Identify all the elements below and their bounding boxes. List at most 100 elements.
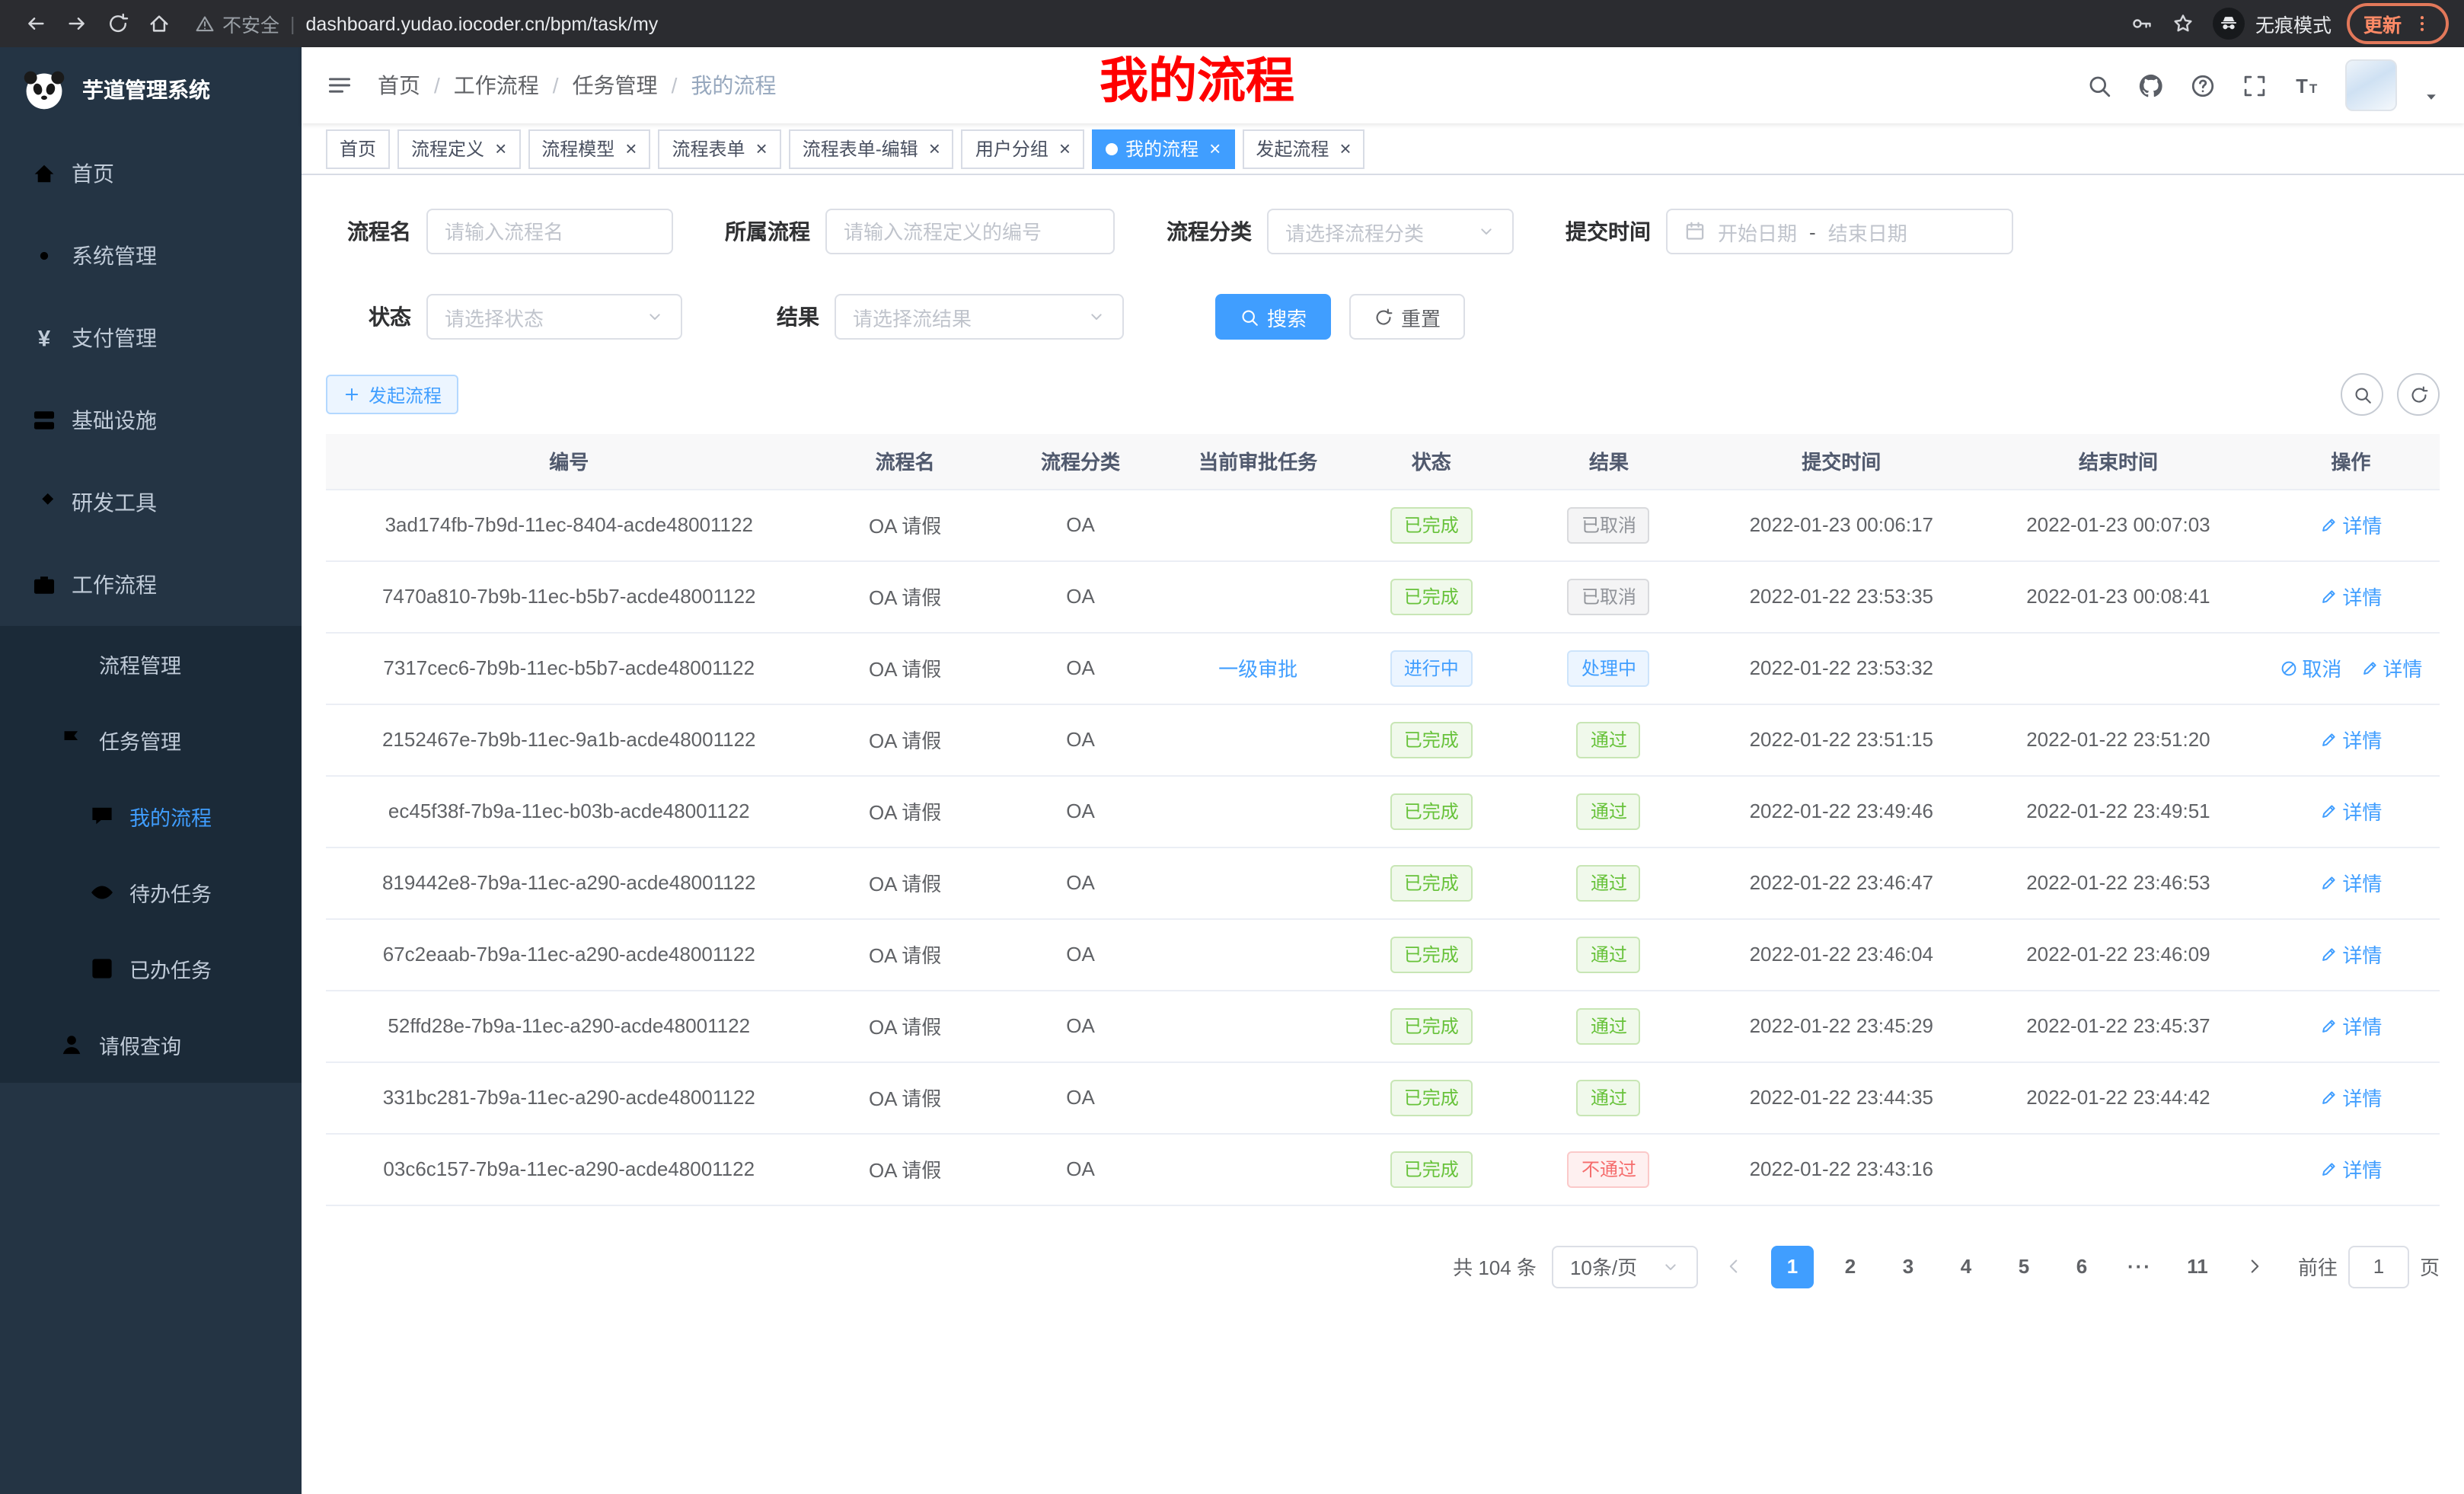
sidebar-item-流程管理[interactable]: 流程管理 — [0, 626, 302, 702]
pagination-ellipsis[interactable]: ··· — [2118, 1245, 2161, 1288]
password-key-icon[interactable] — [2121, 3, 2162, 44]
tab-发起流程[interactable]: 发起流程× — [1242, 129, 1364, 168]
address-bar[interactable]: 不安全 | dashboard.yudao.iocoder.cn/bpm/tas… — [195, 9, 2121, 38]
reset-button[interactable]: 重置 — [1349, 294, 1465, 340]
sidebar-toggle-icon[interactable] — [326, 72, 353, 99]
tab-close-icon[interactable]: × — [1339, 139, 1351, 158]
tab-label: 首页 — [340, 136, 376, 161]
sidebar-item-已办任务[interactable]: 已办任务 — [0, 931, 302, 1007]
prev-page-button[interactable] — [1713, 1245, 1756, 1288]
tab-close-icon[interactable]: × — [625, 139, 637, 158]
tab-label: 流程定义 — [411, 136, 484, 161]
sidebar-item-工作流程[interactable]: 工作流程 — [0, 544, 302, 626]
action-label: 详情 — [2342, 725, 2382, 754]
app-logo[interactable]: 芋道管理系统 — [0, 47, 302, 132]
detail-link[interactable]: 详情 — [2319, 582, 2382, 611]
sidebar-item-支付管理[interactable]: ¥支付管理 — [0, 297, 302, 379]
detail-link[interactable]: 详情 — [2360, 653, 2422, 682]
browser-update-button[interactable]: 更新 — [2347, 3, 2449, 44]
browser-forward-icon[interactable] — [56, 3, 97, 44]
browser-menu-icon[interactable] — [2412, 14, 2432, 34]
tab-用户分组[interactable]: 用户分组× — [962, 129, 1084, 168]
edit-icon — [2319, 587, 2338, 605]
toggle-search-button[interactable] — [2341, 373, 2383, 416]
detail-link[interactable]: 详情 — [2319, 796, 2382, 825]
breadcrumb-item-task[interactable]: 任务管理 — [573, 70, 658, 101]
next-page-button[interactable] — [2234, 1245, 2277, 1288]
tab-close-icon[interactable]: × — [1059, 139, 1071, 158]
fullscreen-icon[interactable] — [2242, 72, 2268, 98]
category-select[interactable]: 请选择流程分类 — [1267, 209, 1514, 254]
warning-icon — [195, 14, 215, 34]
page-button-1[interactable]: 1 — [1771, 1245, 1814, 1288]
process-name-input-field[interactable] — [445, 220, 655, 243]
tab-流程表单[interactable]: 流程表单× — [658, 129, 780, 168]
date-range-picker[interactable]: 开始日期 - 结束日期 — [1666, 209, 2013, 254]
cancel-icon — [2279, 659, 2297, 677]
current-task-link[interactable]: 一级审批 — [1218, 658, 1297, 681]
process-definition-input-field[interactable] — [844, 220, 1096, 243]
tab-close-icon[interactable]: × — [929, 139, 940, 158]
detail-link[interactable]: 详情 — [2319, 1083, 2382, 1112]
tab-close-icon[interactable]: × — [1209, 139, 1221, 158]
security-indicator[interactable]: 不安全 — [195, 9, 279, 38]
page-size-select[interactable]: 10条/页 — [1552, 1245, 1698, 1288]
search-icon[interactable] — [2086, 72, 2112, 98]
chevron-down-icon[interactable] — [2423, 88, 2440, 105]
main-column: 首页 / 工作流程 / 任务管理 / 我的流程 TT — [302, 47, 2464, 1494]
detail-link[interactable]: 详情 — [2319, 940, 2382, 969]
tab-close-icon[interactable]: × — [756, 139, 768, 158]
status-select[interactable]: 请选择状态 — [426, 294, 682, 340]
help-icon[interactable] — [2190, 72, 2216, 98]
browser-refresh-icon[interactable] — [97, 3, 139, 44]
sidebar-item-任务管理[interactable]: 任务管理 — [0, 702, 302, 778]
sidebar-item-label: 请假查询 — [99, 1030, 280, 1060]
result-select[interactable]: 请选择流结果 — [835, 294, 1124, 340]
tab-首页[interactable]: 首页 — [326, 129, 390, 168]
browser-home-icon[interactable] — [139, 3, 180, 44]
breadcrumb-item-workflow[interactable]: 工作流程 — [454, 70, 539, 101]
page-button-6[interactable]: 6 — [2060, 1245, 2103, 1288]
tab-close-icon[interactable]: × — [495, 139, 506, 158]
avatar[interactable] — [2345, 59, 2397, 111]
incognito-chip[interactable]: 无痕模式 — [2213, 8, 2332, 40]
chevron-down-icon — [1661, 1257, 1680, 1275]
page-button-11[interactable]: 11 — [2176, 1245, 2219, 1288]
tab-流程表单-编辑[interactable]: 流程表单-编辑× — [789, 129, 954, 168]
table-row: 331bc281-7b9a-11ec-a290-acde48001122OA 请… — [326, 1061, 2440, 1133]
detail-link[interactable]: 详情 — [2319, 1154, 2382, 1183]
cell-actions: 详情 — [2262, 1133, 2440, 1205]
font-size-icon[interactable]: TT — [2293, 72, 2319, 98]
search-button[interactable]: 搜索 — [1215, 294, 1331, 340]
status-tag: 已完成 — [1390, 864, 1473, 901]
tab-流程模型[interactable]: 流程模型× — [528, 129, 650, 168]
detail-link[interactable]: 详情 — [2319, 1011, 2382, 1040]
create-process-button[interactable]: 发起流程 — [326, 375, 458, 414]
sidebar-item-系统管理[interactable]: 系统管理 — [0, 215, 302, 297]
goto-page-input[interactable] — [2348, 1245, 2409, 1288]
detail-link[interactable]: 详情 — [2319, 868, 2382, 897]
bookmark-star-icon[interactable] — [2162, 3, 2204, 44]
page-button-3[interactable]: 3 — [1887, 1245, 1929, 1288]
sidebar-item-基础设施[interactable]: 基础设施 — [0, 379, 302, 461]
sidebar-item-首页[interactable]: 首页 — [0, 132, 302, 215]
breadcrumb-item-home[interactable]: 首页 — [378, 70, 420, 101]
page-button-2[interactable]: 2 — [1829, 1245, 1872, 1288]
page-button-5[interactable]: 5 — [2003, 1245, 2045, 1288]
cancel-link[interactable]: 取消 — [2279, 653, 2341, 682]
sidebar-item-待办任务[interactable]: 待办任务 — [0, 854, 302, 931]
page-button-4[interactable]: 4 — [1945, 1245, 1987, 1288]
tab-流程定义[interactable]: 流程定义 × — [397, 129, 520, 168]
tab-我的流程[interactable]: 我的流程× — [1092, 129, 1234, 168]
process-name-input[interactable] — [426, 209, 673, 254]
sidebar-item-请假查询[interactable]: 请假查询 — [0, 1007, 302, 1083]
sidebar-item-我的流程[interactable]: 我的流程 — [0, 778, 302, 854]
sidebar-item-研发工具[interactable]: 研发工具 — [0, 461, 302, 544]
cell-current-task — [1163, 704, 1353, 775]
browser-back-icon[interactable] — [15, 3, 56, 44]
refresh-table-button[interactable] — [2397, 373, 2440, 416]
github-icon[interactable] — [2138, 72, 2164, 98]
detail-link[interactable]: 详情 — [2319, 725, 2382, 754]
detail-link[interactable]: 详情 — [2319, 510, 2382, 539]
process-definition-input[interactable] — [825, 209, 1115, 254]
